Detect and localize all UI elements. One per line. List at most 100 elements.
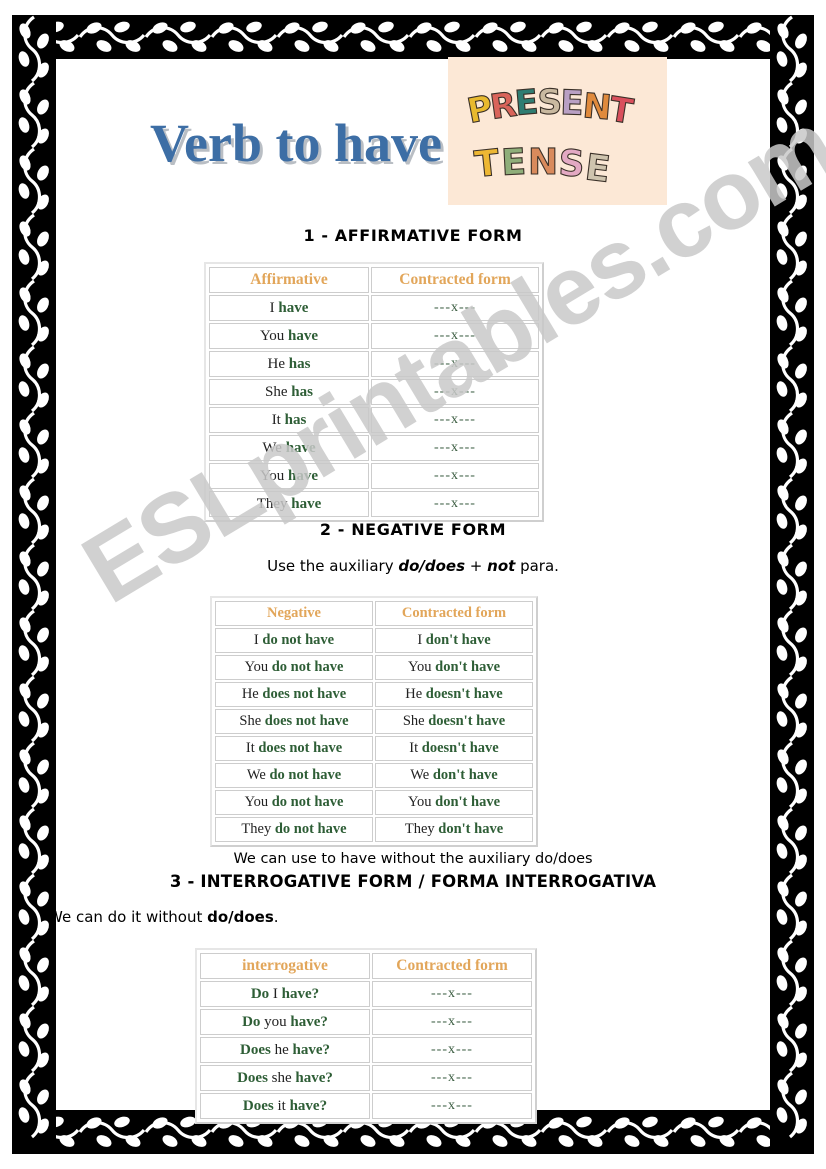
table-row: They do not have They don't have xyxy=(215,817,533,842)
cell-contracted: ---x--- xyxy=(371,379,539,405)
pronoun: You xyxy=(259,327,285,344)
auxiliary: Does xyxy=(240,1041,271,1058)
cell-contracted: ---x--- xyxy=(371,435,539,461)
table-row: It has ---x--- xyxy=(209,407,539,433)
verb: has xyxy=(284,411,307,428)
auxiliary: Do xyxy=(250,985,270,1002)
verb-phrase: doesn't have xyxy=(428,713,506,729)
cell-contracted: They don't have xyxy=(375,817,533,842)
heading-affirmative: 1 - AFFIRMATIVE FORM xyxy=(303,226,523,245)
column-header-contracted: Contracted form xyxy=(372,953,532,979)
cell-affirmative: He has xyxy=(209,351,369,377)
svg-text:S: S xyxy=(558,143,586,185)
table-row: We have ---x--- xyxy=(209,435,539,461)
leaf-vine-pattern-right-icon xyxy=(773,15,811,1139)
cell-contracted: ---x--- xyxy=(372,1009,532,1035)
table-row: Do you have? ---x--- xyxy=(200,1009,532,1035)
verb-phrase: does not have xyxy=(258,740,343,756)
interrogative-instruction: We can do it without do/does. xyxy=(48,908,279,926)
verb: have? xyxy=(292,1041,331,1058)
cell-negative: He does not have xyxy=(215,682,373,707)
cell-contracted: ---x--- xyxy=(372,1065,532,1091)
svg-text:E: E xyxy=(560,83,585,124)
column-header-contracted: Contracted form xyxy=(371,267,539,293)
pronoun: he xyxy=(274,1041,289,1058)
cell-affirmative: We have xyxy=(209,435,369,461)
verb-phrase: do not have xyxy=(271,659,344,675)
pronoun: They xyxy=(404,821,435,837)
svg-text:E: E xyxy=(513,82,540,124)
negative-instruction: Use the auxiliary do/does + not para. xyxy=(56,557,770,575)
cell-affirmative: You have xyxy=(209,323,369,349)
affirmative-table: Affirmative Contracted form I have ---x-… xyxy=(204,262,544,522)
verb-phrase: don't have xyxy=(438,821,504,837)
instruction-auxiliary: do/does xyxy=(207,908,274,926)
verb-phrase: don't have xyxy=(435,659,501,675)
column-header-negative: Negative xyxy=(215,601,373,626)
svg-text:E: E xyxy=(500,142,527,184)
verb-phrase: don't have xyxy=(432,767,498,783)
table-row: He does not have He doesn't have xyxy=(215,682,533,707)
pronoun: I xyxy=(417,632,423,648)
cell-contracted: ---x--- xyxy=(372,1037,532,1063)
verb: have? xyxy=(295,1069,333,1086)
pronoun: you xyxy=(264,1013,287,1030)
verb-phrase: does not have xyxy=(262,686,347,702)
cell-affirmative: It has xyxy=(209,407,369,433)
leaf-vine-pattern-top-icon xyxy=(12,18,806,56)
cell-interrogative: Does he have? xyxy=(200,1037,370,1063)
cell-contracted: ---x--- xyxy=(371,323,539,349)
cell-contracted: He doesn't have xyxy=(375,682,533,707)
cell-interrogative: Do you have? xyxy=(200,1009,370,1035)
pronoun: I xyxy=(253,632,259,648)
auxiliary: Does xyxy=(242,1097,274,1114)
cell-contracted: ---x--- xyxy=(371,407,539,433)
instruction-auxiliary: do/does xyxy=(398,557,466,575)
table-row: You have ---x--- xyxy=(209,463,539,489)
page-title: Verb to have xyxy=(150,113,442,173)
cell-contracted: You don't have xyxy=(375,655,533,680)
verb: have xyxy=(291,495,322,512)
table-row: I do not have I don't have xyxy=(215,628,533,653)
pronoun: You xyxy=(259,467,285,484)
cell-negative: We do not have xyxy=(215,763,373,788)
interrogative-note: We can use to have without the auxiliary… xyxy=(233,851,593,867)
verb-phrase: do not have xyxy=(262,632,335,648)
cell-negative: It does not have xyxy=(215,736,373,761)
table-row: They have ---x--- xyxy=(209,491,539,517)
cell-contracted: You don't have xyxy=(375,790,533,815)
cell-contracted: ---x--- xyxy=(371,351,539,377)
pronoun: I xyxy=(272,985,278,1002)
verb: have xyxy=(285,439,316,456)
cell-interrogative: Do I have? xyxy=(200,981,370,1007)
verb: have xyxy=(288,467,319,484)
cell-contracted: ---x--- xyxy=(371,295,539,321)
page-border-top xyxy=(12,15,814,59)
column-header-contracted: Contracted form xyxy=(375,601,533,626)
negative-conjugation-table: Negative Contracted form I do not have I… xyxy=(213,599,535,844)
pronoun: He xyxy=(267,355,286,372)
table-header-row: Affirmative Contracted form xyxy=(209,267,539,293)
cell-contracted: We don't have xyxy=(375,763,533,788)
verb-phrase: do not have xyxy=(269,767,342,783)
cell-contracted: I don't have xyxy=(375,628,533,653)
pronoun: We xyxy=(246,767,266,783)
pronoun: It xyxy=(409,740,419,756)
pronoun: They xyxy=(241,821,272,837)
instruction-mid: + xyxy=(465,557,488,575)
table-row: You have ---x--- xyxy=(209,323,539,349)
table-header-row: Negative Contracted form xyxy=(215,601,533,626)
pronoun: I xyxy=(269,299,275,316)
table-row: I have ---x--- xyxy=(209,295,539,321)
column-header-interrogative: interrogative xyxy=(200,953,370,979)
pronoun: You xyxy=(407,659,432,675)
column-header-affirmative: Affirmative xyxy=(209,267,369,293)
table-header-row: interrogative Contracted form xyxy=(200,953,532,979)
worksheet-title: Verb to have xyxy=(150,112,442,174)
pronoun: You xyxy=(244,659,269,675)
verb: has xyxy=(288,355,311,372)
negative-table: Negative Contracted form I do not have I… xyxy=(210,596,538,847)
verb-phrase: does not have xyxy=(264,713,349,729)
svg-text:T: T xyxy=(473,143,502,186)
cell-affirmative: They have xyxy=(209,491,369,517)
